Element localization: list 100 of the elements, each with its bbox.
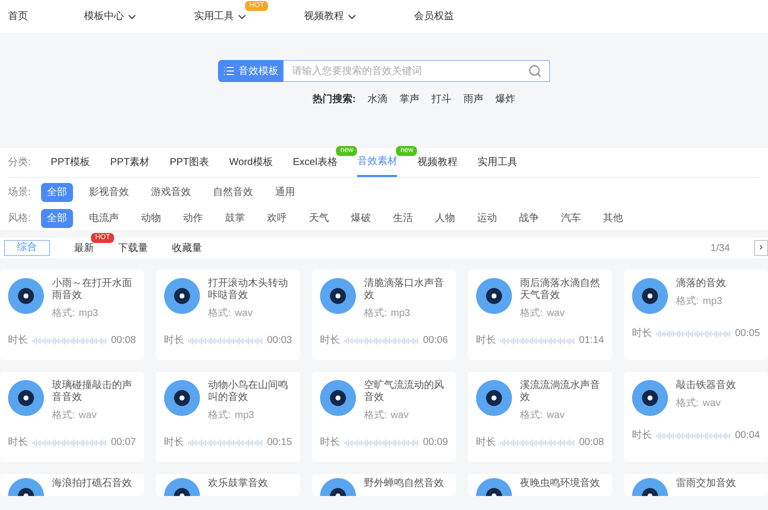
filter-option[interactable]: 通用 — [268, 182, 301, 202]
sound-card[interactable]: 雷雨交加音效 — [624, 474, 768, 496]
filter-option[interactable]: 汽车 — [554, 208, 587, 228]
sound-card[interactable]: 滴落的音效 格式: mp3 时长 00:05 — [624, 270, 768, 360]
duration: 00:07 — [110, 436, 136, 450]
sound-title[interactable]: 雨后滴落水滴自然天气音效 — [520, 278, 604, 302]
sound-title[interactable]: 滴落的音效 — [676, 278, 726, 290]
nav-link[interactable]: 视频教程 — [304, 9, 358, 24]
sound-title[interactable]: 空旷气流流动的风音效 — [364, 380, 448, 404]
sound-card[interactable]: 溪流流淌流水声音效 格式: wav 时长 00:08 — [468, 372, 612, 462]
sound-card[interactable]: 玻璃碰撞敲击的声音音效 格式: wav 时长 00:07 — [0, 372, 144, 462]
sound-title[interactable]: 小雨～在打开水面雨音效 — [52, 278, 136, 302]
category-tab[interactable]: 实用工具 — [477, 148, 518, 177]
sound-title[interactable]: 打开滚动木头转动咔哒音效 — [208, 278, 292, 302]
sound-title[interactable]: 雷雨交加音效 — [676, 478, 736, 490]
filter-option[interactable]: 自然音效 — [206, 182, 259, 202]
hot-search-link[interactable]: 爆炸 — [496, 92, 516, 107]
sound-title[interactable]: 海浪拍打礁石音效 — [52, 478, 132, 490]
nav-link[interactable]: 首页 — [8, 9, 28, 24]
music-disc-icon — [164, 278, 200, 314]
search-icon[interactable] — [528, 64, 542, 78]
duration: 00:08 — [578, 436, 604, 450]
filter-option[interactable]: 动作 — [176, 208, 209, 228]
filter-label: 场景: — [8, 186, 31, 200]
sound-card[interactable]: 野外蝉鸣自然音效 — [312, 474, 456, 496]
search-field[interactable]: 请输入您要搜索的音效关键词 — [283, 60, 550, 82]
filter-label: 分类: — [8, 156, 31, 170]
sound-title[interactable]: 玻璃碰撞敲击的声音音效 — [52, 380, 136, 404]
sound-card[interactable]: 夜晚虫鸣环境音效 — [468, 474, 612, 496]
page-indicator: 1/34 — [710, 242, 730, 256]
duration-label: 时长 — [476, 334, 496, 348]
sound-card[interactable]: 海浪拍打礁石音效 — [0, 474, 144, 496]
next-page-button[interactable]: › — [754, 240, 768, 256]
sound-title[interactable]: 动物小鸟在山间鸣叫的音效 — [208, 380, 292, 404]
category-tab[interactable]: Excel表格 — [292, 148, 338, 177]
filter-option[interactable]: 战争 — [512, 208, 545, 228]
hot-search-link[interactable]: 掌声 — [400, 92, 420, 107]
duration-label: 时长 — [320, 436, 340, 450]
sort-option[interactable]: 最新 — [74, 240, 94, 256]
filter-option[interactable]: 运动 — [470, 208, 503, 228]
filter-option[interactable]: 人物 — [428, 208, 461, 228]
filter-option[interactable]: 欢呼 — [260, 208, 293, 228]
filter-option[interactable]: 电流声 — [82, 208, 125, 228]
format-label: 格式: — [364, 306, 387, 321]
hot-search-link[interactable]: 水滴 — [368, 92, 388, 107]
format-label: 格式: — [364, 408, 387, 423]
format-value: mp3 — [78, 307, 98, 321]
filter-option[interactable]: 影视音效 — [82, 182, 135, 202]
hot-search-link[interactable]: 打斗 — [432, 92, 452, 107]
music-disc-icon — [320, 380, 356, 416]
duration: 00:09 — [422, 436, 448, 450]
music-disc-icon — [632, 380, 668, 416]
format-label: 格式: — [676, 294, 699, 309]
sound-card[interactable]: 动物小鸟在山间鸣叫的音效 格式: mp3 时长 00:15 — [156, 372, 300, 462]
category-tab[interactable]: PPT模板 — [50, 148, 90, 177]
format-value: wav — [234, 307, 253, 321]
duration-label: 时长 — [164, 334, 184, 348]
sound-card[interactable]: 欢乐鼓掌音效 — [156, 474, 300, 496]
sort-option[interactable]: 下载量 — [118, 240, 148, 256]
music-disc-icon — [632, 278, 668, 314]
category-tab[interactable]: PPT素材 — [110, 148, 150, 177]
nav-link[interactable]: 模板中心 — [84, 9, 138, 24]
sound-title[interactable]: 欢乐鼓掌音效 — [208, 478, 268, 490]
sound-title[interactable]: 溪流流淌流水声音效 — [520, 380, 604, 404]
nav-link[interactable]: 会员权益 — [414, 9, 454, 24]
sound-card[interactable]: 小雨～在打开水面雨音效 格式: mp3 时长 00:08 — [0, 270, 144, 360]
filter-option[interactable]: 游戏音效 — [144, 182, 197, 202]
music-disc-icon — [476, 380, 512, 416]
category-tab[interactable]: PPT图表 — [170, 148, 210, 177]
sort-option[interactable]: 收藏量 — [172, 240, 202, 256]
sound-title[interactable]: 野外蝉鸣自然音效 — [364, 478, 444, 490]
sound-card[interactable]: 空旷气流流动的风音效 格式: wav 时长 00:09 — [312, 372, 456, 462]
filter-option[interactable]: 天气 — [302, 208, 335, 228]
sound-card[interactable]: 打开滚动木头转动咔哒音效 格式: wav 时长 00:03 — [156, 270, 300, 360]
sound-card[interactable]: 敲击铁器音效 格式: wav 时长 00:04 — [624, 372, 768, 462]
filter-option[interactable]: 爆破 — [344, 208, 377, 228]
duration: 00:15 — [266, 436, 292, 450]
hot-search-link[interactable]: 雨声 — [464, 92, 484, 107]
duration: 00:04 — [734, 429, 760, 443]
format-label: 格式: — [52, 408, 75, 423]
format-label: 格式: — [676, 396, 699, 411]
sound-card[interactable]: 清脆滴落口水声音效 格式: mp3 时长 00:06 — [312, 270, 456, 360]
sound-card[interactable]: 雨后滴落水滴自然天气音效 格式: wav 时长 01:14 — [468, 270, 612, 360]
format-label: 格式: — [520, 306, 543, 321]
nav-link[interactable]: 实用工具 — [194, 9, 248, 24]
filter-option[interactable]: 鼓掌 — [218, 208, 251, 228]
format-value: mp3 — [390, 307, 410, 321]
filter-option[interactable]: 生活 — [386, 208, 419, 228]
sound-title[interactable]: 清脆滴落口水声音效 — [364, 278, 448, 302]
format-value: wav — [546, 409, 565, 423]
filter-option[interactable]: 动物 — [134, 208, 167, 228]
filter-option[interactable]: 其他 — [596, 208, 629, 228]
format-value: mp3 — [234, 409, 254, 423]
sound-title[interactable]: 敲击铁器音效 — [676, 380, 736, 392]
category-tab[interactable]: Word模板 — [229, 148, 273, 177]
music-disc-icon — [8, 278, 44, 314]
category-tab[interactable]: 视频教程 — [417, 148, 458, 177]
duration-label: 时长 — [632, 326, 652, 341]
format-value: wav — [546, 307, 565, 321]
sound-title[interactable]: 夜晚虫鸣环境音效 — [520, 478, 600, 490]
